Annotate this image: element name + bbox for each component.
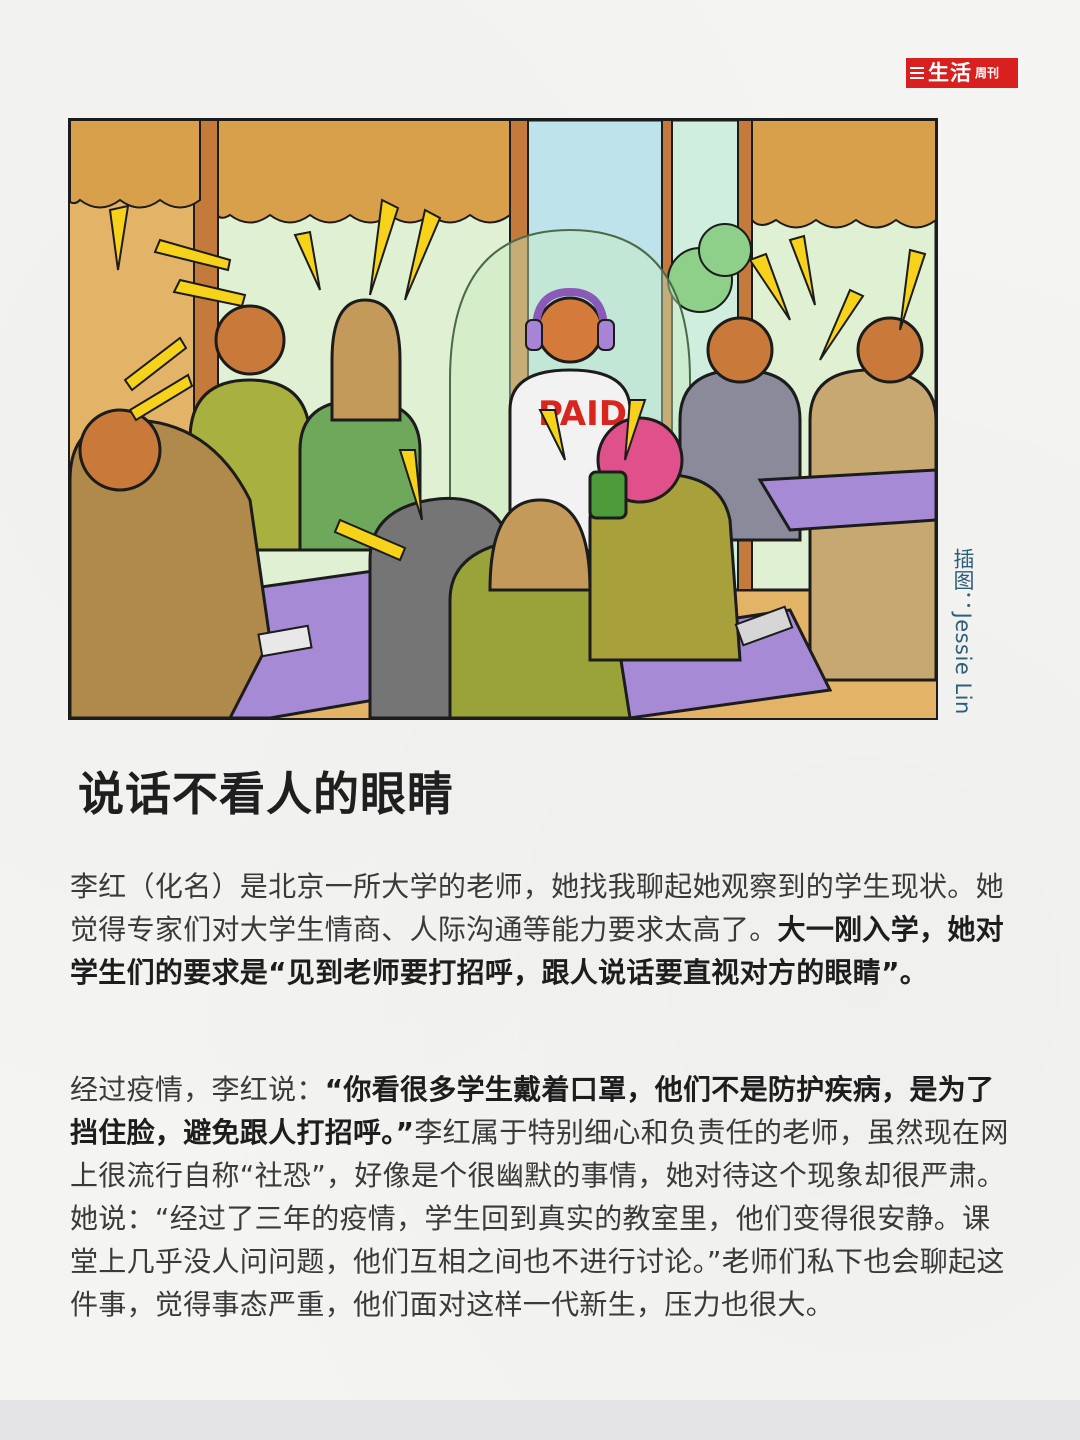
paragraph-2-lead: 经过疫情，李红说： (70, 1073, 325, 1106)
logo-text: 生活 (928, 60, 972, 85)
paragraph-2: 经过疫情，李红说：“你看很多学生戴着口罩，他们不是防护疾病，是为了挡住脸，避免跟… (70, 1068, 1015, 1326)
footer-strip (0, 1400, 1080, 1440)
illustration-scene: PAID (70, 120, 936, 718)
illustration-credit: 插图：Jessie Lin (951, 548, 975, 715)
article-illustration: PAID (68, 118, 938, 720)
logo-subtext: 周刊 (975, 66, 1000, 80)
logo-mark-icon (906, 58, 928, 88)
article-title: 说话不看人的眼睛 (78, 767, 454, 821)
magazine-logo: 生活 周刊 (906, 58, 1018, 88)
paragraph-1: 李红（化名）是北京一所大学的老师，她找我聊起她观察到的学生现状。她觉得专家们对大… (70, 865, 1015, 994)
